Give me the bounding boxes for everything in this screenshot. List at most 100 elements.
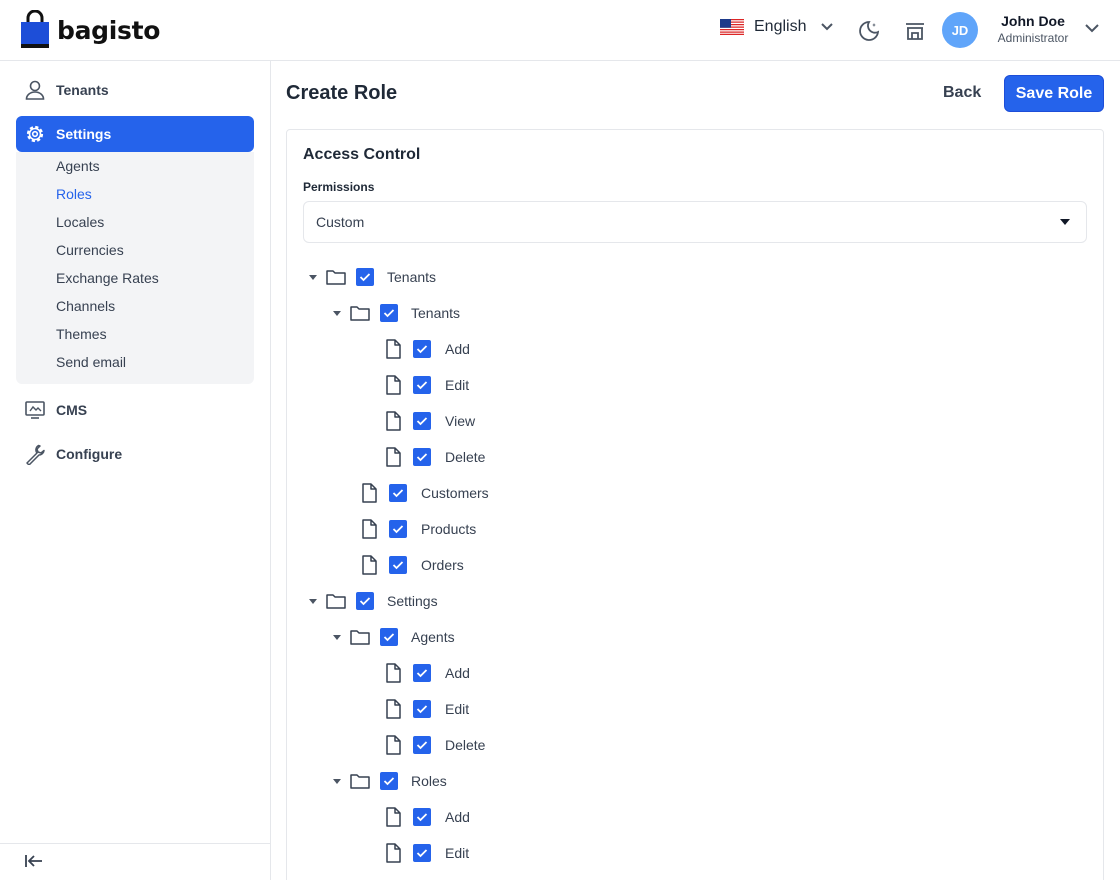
submenu-item-agents[interactable]: Agents <box>56 158 100 174</box>
permission-label[interactable]: Edit <box>445 700 469 718</box>
user-name: John Doe <box>1001 13 1065 29</box>
tree-node: View <box>287 411 987 431</box>
permission-label[interactable]: Customers <box>421 484 489 502</box>
settings-submenu: Agents Roles Locales Currencies Exchange… <box>16 152 254 384</box>
caret-down-icon <box>1060 219 1070 225</box>
permission-checkbox[interactable] <box>413 844 431 862</box>
submenu-item-themes[interactable]: Themes <box>56 326 107 342</box>
top-header: bagisto English JD John Doe Administrato… <box>0 0 1120 61</box>
tree-node: Customers <box>287 483 987 503</box>
permissions-select[interactable]: Custom <box>303 201 1087 243</box>
check-icon <box>392 489 404 498</box>
chevron-down-icon <box>821 23 834 31</box>
permission-checkbox[interactable] <box>413 376 431 394</box>
sidebar-item-label: Settings <box>56 126 112 142</box>
storefront-icon[interactable] <box>903 19 927 43</box>
permission-checkbox[interactable] <box>413 736 431 754</box>
sidebar-item-tenants[interactable]: Tenants <box>16 72 254 108</box>
file-icon <box>386 375 401 395</box>
expand-toggle-icon[interactable] <box>333 311 341 316</box>
permission-checkbox[interactable] <box>389 520 407 538</box>
submenu-item-locales[interactable]: Locales <box>56 214 104 230</box>
user-info[interactable]: John Doe Administrator <box>990 13 1076 45</box>
us-flag-icon <box>720 19 744 35</box>
permission-label[interactable]: Orders <box>421 556 464 574</box>
folder-icon <box>326 270 346 285</box>
check-icon <box>383 309 395 318</box>
check-icon <box>416 849 428 858</box>
collapse-sidebar-icon[interactable] <box>24 853 44 869</box>
submenu-item-currencies[interactable]: Currencies <box>56 242 124 258</box>
submenu-item-channels[interactable]: Channels <box>56 298 115 314</box>
submenu-item-roles[interactable]: Roles <box>56 186 92 202</box>
permission-checkbox[interactable] <box>380 304 398 322</box>
permission-label[interactable]: Add <box>445 340 470 358</box>
file-icon <box>386 411 401 431</box>
tree-node: Tenants <box>287 303 987 323</box>
check-icon <box>416 741 428 750</box>
permission-label[interactable]: Tenants <box>411 304 460 322</box>
submenu-item-send-email[interactable]: Send email <box>56 354 126 370</box>
permission-checkbox[interactable] <box>413 808 431 826</box>
sidebar-item-cms[interactable]: CMS <box>16 392 254 428</box>
permission-label[interactable]: Roles <box>411 772 447 790</box>
tree-node: Products <box>287 519 987 539</box>
check-icon <box>392 561 404 570</box>
tree-node: Add <box>287 807 987 827</box>
check-icon <box>416 381 428 390</box>
user-icon <box>25 80 45 100</box>
permission-checkbox[interactable] <box>413 340 431 358</box>
permission-checkbox[interactable] <box>389 556 407 574</box>
expand-toggle-icon[interactable] <box>333 635 341 640</box>
language-selector[interactable]: English <box>720 18 834 36</box>
expand-toggle-icon[interactable] <box>309 599 317 604</box>
expand-toggle-icon[interactable] <box>309 275 317 280</box>
permission-label[interactable]: Tenants <box>387 268 436 286</box>
permission-label[interactable]: Products <box>421 520 476 538</box>
permission-label[interactable]: Add <box>445 664 470 682</box>
permission-checkbox[interactable] <box>356 268 374 286</box>
permission-label[interactable]: Edit <box>445 844 469 862</box>
permission-checkbox[interactable] <box>413 664 431 682</box>
expand-toggle-icon[interactable] <box>333 779 341 784</box>
logo-text: bagisto <box>57 15 161 45</box>
permission-checkbox[interactable] <box>380 628 398 646</box>
file-icon <box>386 735 401 755</box>
page-title: Create Role <box>286 82 398 104</box>
logo[interactable]: bagisto <box>20 10 160 50</box>
monitor-icon <box>25 401 45 419</box>
save-role-button[interactable]: Save Role <box>1004 75 1104 112</box>
chevron-down-icon[interactable] <box>1084 22 1100 34</box>
permission-checkbox[interactable] <box>380 772 398 790</box>
dark-mode-icon[interactable] <box>857 19 881 43</box>
permission-checkbox[interactable] <box>413 700 431 718</box>
tree-node: Add <box>287 663 987 683</box>
back-button[interactable]: Back <box>932 82 992 104</box>
permission-label[interactable]: View <box>445 412 475 430</box>
sidebar-item-configure[interactable]: Configure <box>16 436 254 472</box>
check-icon <box>416 813 428 822</box>
tree-node: Edit <box>287 375 987 395</box>
permission-label[interactable]: Agents <box>411 628 455 646</box>
permission-checkbox[interactable] <box>356 592 374 610</box>
tree-node: Edit <box>287 699 987 719</box>
permission-label[interactable]: Delete <box>445 448 485 466</box>
permission-label[interactable]: Settings <box>387 592 438 610</box>
file-icon <box>362 483 377 503</box>
permission-checkbox[interactable] <box>413 412 431 430</box>
permission-checkbox[interactable] <box>389 484 407 502</box>
sidebar-item-settings[interactable]: Settings <box>16 116 254 152</box>
permission-label[interactable]: Edit <box>445 376 469 394</box>
check-icon <box>416 417 428 426</box>
permission-label[interactable]: Add <box>445 808 470 826</box>
permission-label[interactable]: Delete <box>445 736 485 754</box>
permissions-value: Custom <box>316 214 365 230</box>
avatar[interactable]: JD <box>942 12 978 48</box>
submenu-item-exchange-rates[interactable]: Exchange Rates <box>56 270 159 286</box>
folder-icon <box>350 306 370 321</box>
sidebar-item-label: Tenants <box>56 82 109 98</box>
file-icon <box>362 519 377 539</box>
permission-checkbox[interactable] <box>413 448 431 466</box>
check-icon <box>359 273 371 282</box>
language-label: English <box>754 18 807 35</box>
